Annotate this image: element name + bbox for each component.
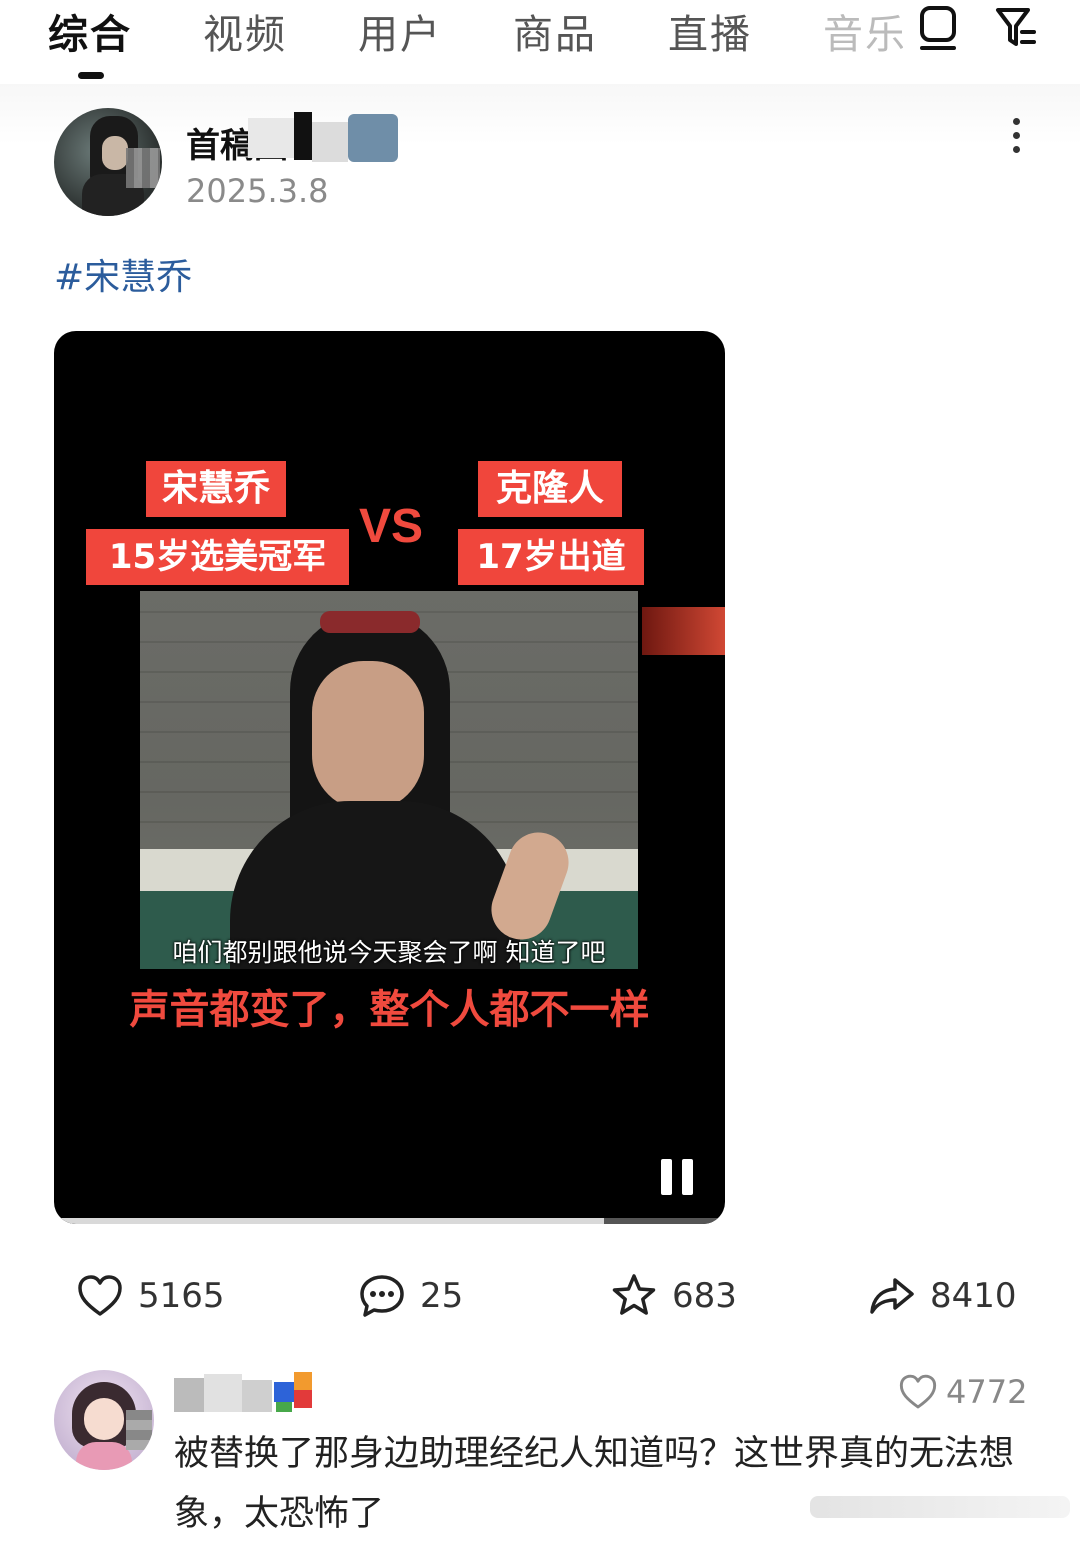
like-count: 5165	[138, 1276, 225, 1316]
more-options-icon[interactable]	[1006, 118, 1026, 158]
commenter-name-mosaic[interactable]	[174, 1372, 330, 1416]
tab-users[interactable]: 用户	[358, 2, 442, 60]
video-progress-bar[interactable]	[54, 1218, 725, 1224]
video-caption: 声音都变了，整个人都不一样	[129, 987, 650, 1033]
comment-like-button[interactable]: 4772	[898, 1372, 1027, 1412]
share-arrow-icon	[870, 1278, 914, 1314]
layout-toggle-icon[interactable]	[916, 4, 960, 52]
right-title-label: 克隆人	[478, 461, 622, 517]
channel-badge	[642, 607, 725, 655]
left-subtitle-label: 15岁选美冠军	[86, 529, 349, 585]
tab-music[interactable]: 音乐	[823, 2, 903, 60]
watermark	[810, 1496, 1070, 1518]
video-progress-fill	[54, 1218, 605, 1224]
post-date: 2025.3.8	[186, 172, 329, 210]
search-tab-bar: 综合 视频 用户 商品 直播 音乐	[0, 0, 1080, 84]
pause-icon[interactable]	[659, 1159, 695, 1195]
commenter-avatar[interactable]	[54, 1370, 154, 1470]
heart-icon	[78, 1275, 122, 1316]
heart-outline-icon	[899, 1374, 937, 1409]
favorite-button[interactable]: 683	[610, 1268, 737, 1324]
author-avatar[interactable]	[54, 108, 162, 216]
right-subtitle-label: 17岁出道	[458, 529, 644, 585]
vs-label: VS	[359, 500, 424, 553]
comment-button[interactable]: 25	[358, 1268, 463, 1324]
like-button[interactable]: 5165	[76, 1268, 225, 1324]
video-frame-image	[140, 591, 638, 969]
comment-count: 25	[420, 1276, 464, 1316]
tab-all[interactable]: 综合	[48, 2, 132, 60]
filter-icon[interactable]	[994, 4, 1038, 52]
favorite-count: 683	[672, 1276, 737, 1316]
hashtag-link[interactable]: #宋慧乔	[54, 248, 192, 300]
video-player[interactable]: 宋慧乔 15岁选美冠军 VS 克隆人 17岁出道 咱们都别跟他说今天聚会了啊 知…	[54, 331, 725, 1224]
tab-video[interactable]: 视频	[203, 2, 287, 60]
comment-like-count: 4772	[946, 1373, 1028, 1411]
comment-bubble-icon	[360, 1275, 404, 1317]
comment-text: 被替换了那身边助理经纪人知道吗？这世界真的无法想象，太恐怖了	[174, 1434, 1015, 1534]
video-subtitle: 咱们都别跟他说今天聚会了啊 知道了吧	[172, 938, 606, 967]
left-title-label: 宋慧乔	[146, 461, 286, 517]
share-count: 8410	[930, 1276, 1017, 1316]
share-button[interactable]: 8410	[868, 1268, 1017, 1324]
tab-live[interactable]: 直播	[668, 2, 752, 60]
tab-products[interactable]: 商品	[513, 2, 597, 60]
star-icon	[612, 1274, 656, 1315]
active-tab-indicator	[78, 72, 104, 79]
name-mosaic-blur	[248, 112, 398, 164]
